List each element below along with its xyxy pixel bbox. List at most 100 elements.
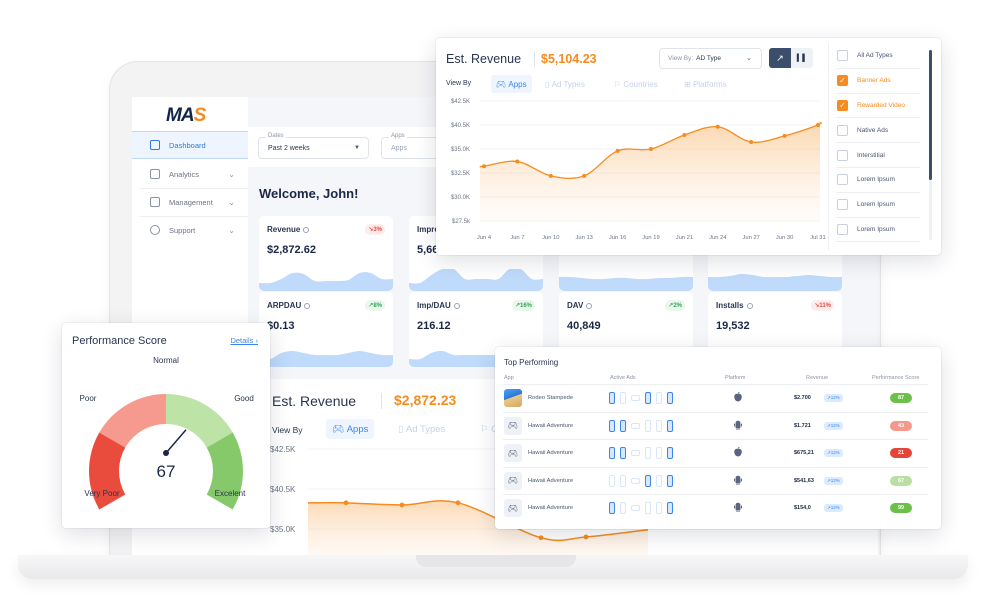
data-point bbox=[343, 500, 349, 506]
performance-score-pill: 43 bbox=[890, 420, 912, 431]
caret-down-icon: ▼ bbox=[354, 145, 360, 151]
ad-type-option[interactable]: ✓ Banner Ads bbox=[836, 69, 920, 94]
ad-format-icon bbox=[631, 422, 640, 429]
gamepad-icon: 🎮︎ bbox=[504, 444, 522, 463]
est-revenue-title: Est. Revenue bbox=[272, 393, 357, 409]
checkbox[interactable] bbox=[837, 124, 848, 136]
view-by-select-label: View By: bbox=[668, 55, 694, 62]
checkbox[interactable]: ✓ bbox=[837, 75, 848, 87]
apple-icon bbox=[734, 391, 742, 404]
ad-format-icon bbox=[609, 474, 615, 487]
ad-type-option[interactable]: All Ad Types bbox=[836, 44, 920, 69]
phone-icon: ▯ bbox=[398, 423, 406, 435]
ad-type-option[interactable]: ✓ Rewarded Video bbox=[836, 94, 920, 119]
bar-chart-toggle[interactable]: ▍▌ bbox=[791, 48, 813, 68]
tab-platforms[interactable]: ⊞ Platforms bbox=[679, 75, 732, 93]
tab-apps[interactable]: 🎮︎ Apps bbox=[326, 419, 375, 439]
checkbox[interactable] bbox=[837, 149, 848, 161]
dashboard-icon bbox=[150, 140, 160, 150]
dates-select[interactable]: Dates Past 2 weeks ▼ bbox=[258, 133, 369, 159]
est-revenue-chart: $42.5K $40.5K $35.0K $32.5K $30.0K $27.5k Jun … bbox=[451, 99, 826, 241]
ad-type-option[interactable]: Lorem Ipsum bbox=[836, 218, 920, 243]
kpi-card[interactable]: Revenue $2,872.62 ↘3% bbox=[259, 216, 393, 291]
active-ads bbox=[609, 502, 673, 515]
data-point bbox=[582, 173, 587, 178]
kpi-value: $0.13 bbox=[267, 320, 295, 332]
sidebar-item-management[interactable]: Management ⌄ bbox=[132, 188, 248, 216]
sparkline-area bbox=[259, 351, 393, 367]
tab-label: Ad Types bbox=[551, 79, 585, 89]
ad-format-icon bbox=[667, 419, 673, 432]
top-performing-card: Top Performing App Active Ads Platform R… bbox=[495, 347, 941, 529]
checkbox[interactable] bbox=[837, 199, 848, 211]
info-icon[interactable] bbox=[746, 302, 753, 309]
ad-type-label: Lorem Ipsum bbox=[857, 225, 895, 233]
est-revenue-amount: $5,104.23 bbox=[541, 52, 597, 66]
scrollbar-thumb[interactable] bbox=[929, 50, 932, 180]
chevron-down-icon: ⌄ bbox=[228, 225, 235, 235]
info-icon[interactable] bbox=[453, 302, 460, 309]
x-tick-label: Jun 4 bbox=[477, 235, 492, 241]
revenue-value: $154,0 bbox=[794, 505, 811, 512]
scrollbar[interactable] bbox=[929, 50, 932, 240]
ad-type-option[interactable]: Interstitial bbox=[836, 143, 920, 168]
view-by-select[interactable]: View By: AD Type ⌄ bbox=[659, 48, 762, 69]
info-icon[interactable] bbox=[304, 302, 311, 309]
gauge-label: Very Poor bbox=[84, 489, 119, 498]
table-row[interactable]: 🎮︎ Hawaii Adventure $541,63 ↗12% 67 bbox=[503, 466, 928, 495]
sidebar-item-dashboard[interactable]: Dashboard bbox=[132, 131, 248, 159]
ad-format-icon bbox=[656, 502, 662, 515]
ad-format-icon bbox=[667, 502, 673, 515]
x-tick-label: Jun 10 bbox=[542, 235, 559, 241]
dates-value: Past 2 weeks bbox=[268, 145, 310, 152]
tab-ad-types[interactable]: ▯ Ad Types bbox=[540, 75, 590, 93]
tab-apps[interactable]: 🎮︎ Apps bbox=[491, 75, 532, 93]
details-link[interactable]: Details › bbox=[230, 336, 258, 345]
ad-type-filter-list: All Ad Types ✓ Banner Ads ✓ Rewarded Video Na… bbox=[836, 44, 920, 243]
line-chart-icon: ↗ bbox=[776, 52, 784, 63]
divider bbox=[828, 43, 829, 250]
gamepad-icon: 🎮︎ bbox=[496, 79, 509, 89]
info-icon[interactable] bbox=[586, 302, 593, 309]
ad-format-icon bbox=[620, 419, 626, 432]
ad-type-label: Lorem Ipsum bbox=[857, 201, 895, 209]
kpi-title: Installs bbox=[716, 301, 753, 310]
phone-icon: ▯ bbox=[545, 79, 552, 89]
sidebar-item-support[interactable]: Support ⌄ bbox=[132, 216, 248, 244]
est-revenue-popup: Est. Revenue $5,104.23 View By: AD Type … bbox=[436, 38, 941, 255]
performance-score-pill: 99 bbox=[890, 503, 912, 514]
tab-ad-types[interactable]: ▯ Ad Types bbox=[392, 419, 451, 439]
kpi-card[interactable]: ARPDAU $0.13 ↗8% bbox=[259, 292, 393, 367]
kpi-title-text: Imp/DAU bbox=[417, 301, 451, 310]
y-tick-label: $42.5K bbox=[451, 99, 470, 105]
tab-countries[interactable]: ⚐ Countries bbox=[609, 75, 663, 93]
checkbox[interactable] bbox=[837, 174, 848, 186]
details-label: Details bbox=[230, 336, 254, 345]
sidebar-item-label: Analytics bbox=[169, 169, 200, 179]
ad-type-option[interactable]: Lorem Ipsum bbox=[836, 193, 920, 218]
table-row[interactable]: 🎮︎ Hawaii Adventure $1.721 ↗12% 43 bbox=[503, 411, 928, 440]
ad-type-option[interactable]: Native Ads bbox=[836, 118, 920, 144]
checkbox[interactable] bbox=[837, 223, 848, 235]
revenue-trend-badge: ↗12% bbox=[824, 504, 843, 513]
table-row[interactable]: Rodeo Stampede $2.700 ↗12% 87 bbox=[503, 384, 928, 412]
ad-type-option[interactable]: Lorem Ipsum bbox=[836, 168, 920, 193]
y-tick-label: $42.5K bbox=[270, 445, 296, 454]
logo[interactable]: MAS bbox=[166, 105, 206, 127]
app-name: Hawaii Adventure bbox=[528, 505, 574, 512]
table-row[interactable]: 🎮︎ Hawaii Adventure $154,0 ↗12% 99 bbox=[503, 494, 928, 522]
line-chart-toggle[interactable]: ↗ bbox=[769, 48, 791, 68]
kpi-title: ARPDAU bbox=[267, 301, 311, 310]
ad-format-icon bbox=[645, 447, 651, 460]
info-icon[interactable] bbox=[303, 226, 310, 233]
sidebar-item-analytics[interactable]: Analytics ⌄ bbox=[132, 160, 248, 188]
data-point bbox=[715, 124, 720, 129]
table-row[interactable]: 🎮︎ Hawaii Adventure $675,21 ↗12% 21 bbox=[503, 439, 928, 467]
gauge-label: Good bbox=[234, 394, 254, 403]
checkbox[interactable] bbox=[837, 50, 848, 62]
column-header-app: App bbox=[504, 375, 514, 381]
android-icon bbox=[734, 475, 742, 487]
android-icon bbox=[734, 502, 742, 514]
checkbox[interactable]: ✓ bbox=[837, 99, 848, 111]
x-tick-label: Jun 7 bbox=[510, 235, 524, 241]
